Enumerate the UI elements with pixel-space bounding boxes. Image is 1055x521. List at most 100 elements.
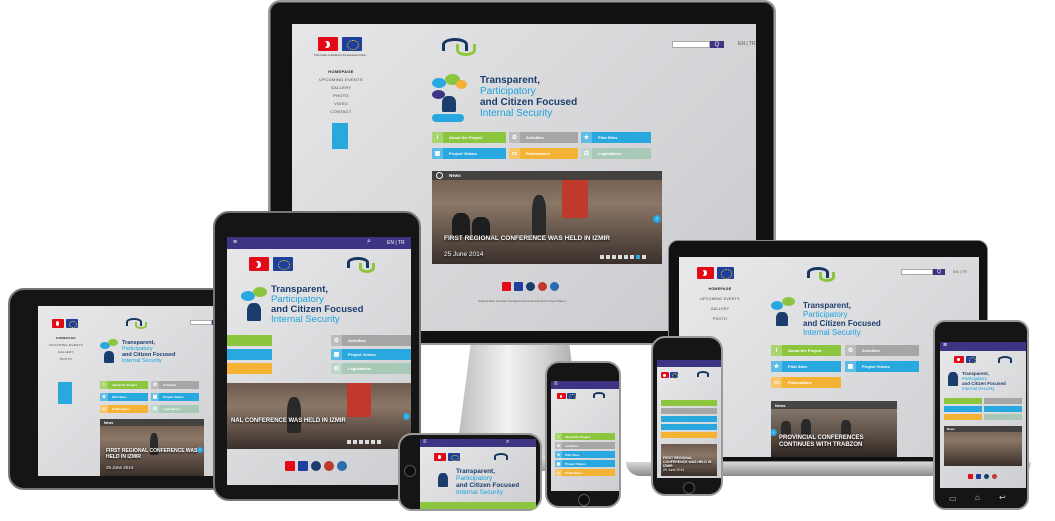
language-switch[interactable]: EN | TR <box>387 240 405 246</box>
tile-about-project[interactable] <box>661 400 717 406</box>
tile-pilot-sites[interactable] <box>227 349 272 360</box>
news-caption[interactable]: FIRST REGIONAL CONFERENCE WAS HELD IN IZ… <box>444 235 662 242</box>
tile-project-videos[interactable]: ▦ Project Videos <box>432 148 506 159</box>
tile-pilot-sites[interactable]: ★ Pilot Sites <box>100 393 148 401</box>
news-slider[interactable]: News <box>944 426 1022 466</box>
recent-apps-icon[interactable]: ▭ <box>949 494 957 503</box>
tile-pilot-sites[interactable] <box>661 416 717 422</box>
news-caption[interactable]: PROVINCIAL CONFERENCES CONTINUES WITH TR… <box>779 435 897 449</box>
slider-next-icon[interactable]: › <box>653 215 661 223</box>
tile-legislations[interactable] <box>984 414 1022 420</box>
tile-about-project[interactable]: i About the Project <box>555 433 615 440</box>
home-button[interactable] <box>578 494 590 506</box>
home-icon[interactable]: ⌂ <box>975 493 980 502</box>
tile-project-videos[interactable] <box>661 424 717 430</box>
search-input[interactable] <box>901 269 933 275</box>
tile-pilot-sites[interactable]: ★ Pilot Sites <box>581 132 651 143</box>
slider-dots[interactable] <box>600 255 646 259</box>
news-slider[interactable]: News PROVINCIAL CONFERENCES CONTINUES WI… <box>771 401 897 457</box>
tile-activities[interactable]: ⚙ Activities <box>151 381 199 389</box>
menu-icon[interactable]: ≡ <box>943 342 947 349</box>
slider-dots[interactable] <box>347 440 381 444</box>
nav-gallery[interactable]: GALLERY <box>693 307 747 311</box>
news-caption[interactable]: FIRST REGIONAL CONFERENCE WAS HELD IN IZ… <box>663 456 717 468</box>
tile-legislations[interactable]: ⚖ Legislations <box>151 405 199 413</box>
tile-legislations[interactable]: ⚖ Legislations <box>581 148 651 159</box>
tile-publications[interactable] <box>661 432 717 438</box>
tile-activities[interactable]: ⚙ Activities <box>845 345 919 356</box>
news-photo-audience <box>781 421 791 435</box>
news-caption[interactable]: FIRST REGIONAL CONFERENCE WAS HELD IN IZ… <box>106 448 202 461</box>
back-icon[interactable]: ↩ <box>999 493 1006 502</box>
nav-upcoming-events[interactable]: UPCOMING EVENTS <box>316 77 366 82</box>
tile-about-project[interactable]: i About the Project <box>100 381 148 389</box>
site-title-line-4: Internal Security <box>456 489 503 496</box>
nav-upcoming-events[interactable]: UPCOMING EVENTS <box>693 297 747 301</box>
nav-contact[interactable]: CONTACT <box>316 109 366 114</box>
tile-pilot-sites[interactable]: ★ Pilot Sites <box>555 451 615 458</box>
nav-photo[interactable]: PHOTO <box>693 317 747 321</box>
slider-next-icon[interactable]: › <box>403 413 410 420</box>
tile-activities[interactable]: ⚙ Activities <box>555 442 615 449</box>
tile-publications[interactable] <box>944 414 982 420</box>
side-badge[interactable] <box>332 123 348 149</box>
tile-publications[interactable]: ▭ Publications <box>771 377 841 388</box>
nav-photo[interactable]: PHOTO <box>46 357 86 361</box>
news-slider[interactable]: FIRST REGIONAL CONFERENCE WAS HELD IN IZ… <box>661 444 717 476</box>
nav-upcoming-events[interactable]: UPCOMING EVENTS <box>46 343 86 347</box>
tile-activities[interactable]: ⚙ Activities <box>509 132 578 143</box>
tile-project-videos[interactable]: ▦ Project Videos <box>845 361 919 372</box>
news-photo-speaker <box>532 195 546 235</box>
news-slider[interactable]: News FIRST REGIONAL CONFERENCE WAS HELD … <box>432 171 662 264</box>
tile-project-videos[interactable]: ▦ Project Videos <box>555 460 615 467</box>
news-slider[interactable]: News FIRST REGIONAL CONFERENCE WAS HELD … <box>100 419 204 476</box>
nav-gallery[interactable]: GALLERY <box>46 350 86 354</box>
search-input[interactable] <box>190 320 212 325</box>
tile-publications[interactable]: ▭ Publications <box>100 405 148 413</box>
tile-activities[interactable] <box>661 408 717 414</box>
tile-project-videos[interactable] <box>984 406 1022 412</box>
tile-label: Publications <box>112 407 130 411</box>
nav-homepage[interactable]: HOMEPAGE <box>693 287 747 291</box>
tile-about-project[interactable] <box>944 398 982 404</box>
search-icon[interactable]: ⌕ <box>367 238 371 246</box>
search-icon[interactable]: ⌕ <box>506 439 509 446</box>
language-switch[interactable]: EN | TR <box>738 41 756 47</box>
home-button[interactable] <box>683 482 695 494</box>
menu-icon[interactable]: ≡ <box>554 381 558 387</box>
tile-about-project[interactable]: i About the Project <box>432 132 506 143</box>
tile-legislations[interactable]: ⚖ Legislations <box>331 363 411 374</box>
tile-pilot-sites[interactable]: ★ Pilot Sites <box>771 361 841 372</box>
tile-pilot-sites[interactable] <box>944 406 982 412</box>
tile-project-videos[interactable]: ▦ Project Videos <box>151 393 199 401</box>
nav-homepage[interactable]: HOMEPAGE <box>316 69 366 74</box>
slider-next-icon[interactable]: › <box>197 447 203 453</box>
menu-icon[interactable]: ≡ <box>233 239 237 246</box>
tile-label: Pilot Sites <box>565 452 580 457</box>
home-button[interactable] <box>404 465 416 477</box>
tile-about-project[interactable]: i About the Project <box>771 345 841 356</box>
nav-homepage[interactable]: HOMEPAGE <box>46 336 86 340</box>
nav-gallery[interactable]: GALLERY <box>316 85 366 90</box>
slider-prev-icon[interactable]: ‹ <box>771 429 777 436</box>
menu-icon[interactable]: ≡ <box>423 439 427 445</box>
tile-publications[interactable]: ▭ Publications <box>509 148 578 159</box>
language-switch[interactable]: EN | TR <box>953 269 967 274</box>
search-input[interactable] <box>672 41 710 48</box>
tile-about-project[interactable] <box>227 335 272 346</box>
tile-publications[interactable]: ▭ Publications <box>555 469 615 476</box>
tile-label: Activities <box>526 135 544 140</box>
search-button[interactable]: Q <box>933 269 945 275</box>
tile-project-videos[interactable]: ▦ Project Videos <box>331 349 411 360</box>
news-caption[interactable]: NAL CONFERENCE WAS HELD IN IZMIR <box>231 418 411 424</box>
tile-publications[interactable] <box>227 363 272 374</box>
eu-flag-icon <box>966 356 976 364</box>
tile-activities[interactable]: ⚙ Activities <box>331 335 411 346</box>
nav-photo[interactable]: PHOTO <box>316 93 366 98</box>
tile-about-project[interactable] <box>420 502 536 509</box>
tile-activities[interactable] <box>984 398 1022 404</box>
news-slider[interactable]: NAL CONFERENCE WAS HELD IN IZMIR › <box>227 383 411 449</box>
nav-video[interactable]: VIDEO <box>316 101 366 106</box>
search-button[interactable]: Q <box>710 41 724 48</box>
side-badge[interactable] <box>58 382 72 404</box>
